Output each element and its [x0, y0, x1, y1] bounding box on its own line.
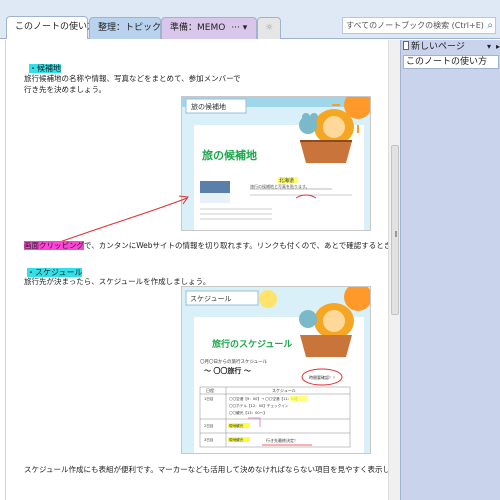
chevron-down-icon[interactable]: ▾ [487, 40, 491, 54]
tab-memo[interactable]: 準備：MEMO ··· ▾ [161, 17, 257, 39]
chevron-down-icon[interactable]: ▾ [243, 23, 248, 33]
clipping-label: 画面クリッピング [24, 241, 84, 250]
scrollbar-thumb[interactable] [391, 145, 399, 315]
clip-trip: ～ 〇〇旅行 ～ [204, 366, 251, 375]
page-list-panel: 新しいページ ▾ ▸ このノートの使い方 [400, 40, 500, 500]
search-input[interactable]: すべてのノートブックの検索 (Ctrl+E) ⌕ [342, 17, 496, 34]
new-page-button[interactable]: 新しいページ ▾ ▸ [401, 40, 500, 54]
clip-bubble: 時間要確認！！ [309, 374, 337, 380]
clip-big-title: 旅行のスケジュール [212, 338, 292, 350]
page-item-how-to-use[interactable]: このノートの使い方 [403, 55, 499, 69]
clip-col-sched: スケジュール [272, 387, 296, 393]
svg-text:3日目: 3日目 [204, 437, 213, 442]
svg-text:現地観光: 現地観光 [229, 423, 244, 428]
chevron-right-icon[interactable]: ▸ [496, 40, 500, 54]
section-tab-bar: このノートの使い方 整理：トピック 準備：MEMO ··· ▾ ☼ すべてのノート… [0, 0, 500, 39]
grip-icon [395, 231, 397, 237]
svg-text:〇〇ホテル【12：00】チェックイン: 〇〇ホテル【12：00】チェックイン [229, 403, 289, 408]
svg-text:現地観光: 現地観光 [229, 437, 244, 442]
new-page-label: 新しいページ [411, 42, 465, 52]
vertical-scrollbar[interactable] [388, 40, 400, 500]
clip-note: 行き先最終決定！ [266, 437, 298, 443]
new-page-icon [403, 41, 409, 50]
schedule-illustration: スケジュール 旅行のスケジュール 〇月〇日からの旅行スケジュール ～ 〇〇旅行 … [182, 287, 370, 453]
add-section-tab[interactable]: ☼ [257, 17, 281, 39]
clipping-text: で、カンタンにWebサイトの情報を切り取れます。リンクも付くので、あとで確認する… [84, 241, 388, 250]
svg-text:〇〇空港【9：00】→ 〇〇空港【11：00】: 〇〇空港【9：00】→ 〇〇空港【11：00】 [229, 396, 299, 401]
clip-col-day: 日程 [206, 387, 214, 393]
body-text: スケジュール作成にも表組が便利です。マーカーなども活用して決めなければならない項… [24, 465, 388, 474]
clip-sub: 〇月〇日からの旅行スケジュール [200, 358, 268, 365]
more-sections-icon[interactable]: ··· [231, 23, 240, 33]
svg-text:1日目: 1日目 [204, 396, 213, 401]
clipping-description: 画面クリッピングで、カンタンにWebサイトの情報を切り取れます。リンクも付くので… [24, 240, 388, 251]
tab-memo-label: 準備：MEMO [170, 23, 226, 33]
tab-topic[interactable]: 整理：トピック [89, 17, 161, 39]
search-icon[interactable]: ⌕ [487, 18, 493, 33]
page-canvas[interactable]: ・候補地 旅行候補地の名称や情報、写真などをまとめて、参加メンバーで 行き先を決… [7, 40, 388, 500]
svg-text:〇〇観光【13：00～】: 〇〇観光【13：00～】 [229, 410, 267, 415]
tab-how-to-use[interactable]: このノートの使い方 [6, 16, 96, 39]
clipped-image-schedule[interactable]: スケジュール 旅行のスケジュール 〇月〇日からの旅行スケジュール ～ 〇〇旅行 … [181, 286, 371, 454]
svg-text:2日目: 2日目 [204, 423, 213, 428]
search-placeholder: すべてのノートブックの検索 (Ctrl+E) [346, 21, 484, 30]
left-margin [0, 40, 6, 500]
clip-tab-title: スケジュール [190, 295, 232, 303]
